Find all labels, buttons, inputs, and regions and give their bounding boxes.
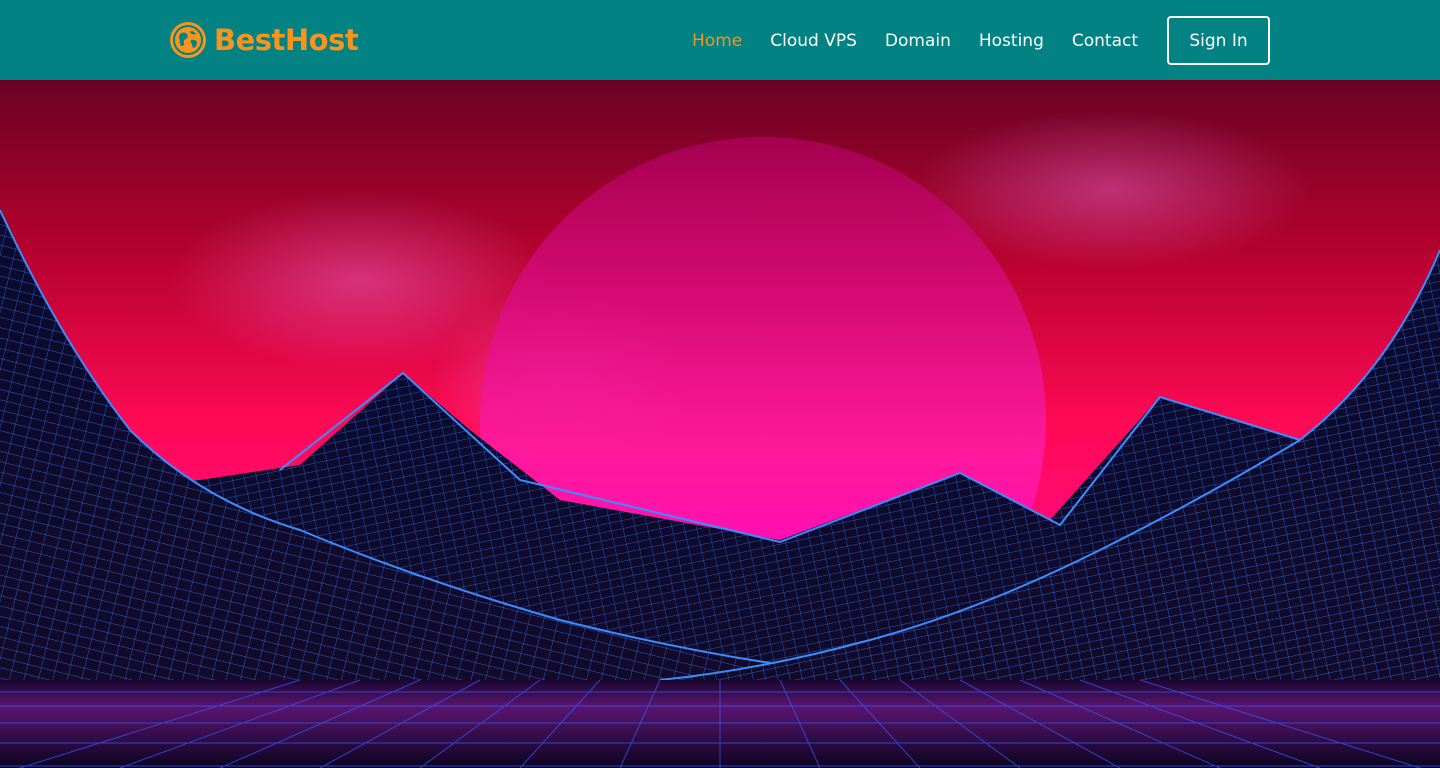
brand-logo[interactable]: BestHost [170, 20, 359, 60]
nav-hosting[interactable]: Hosting [979, 31, 1044, 51]
synthwave-landscape-image [0, 80, 1440, 768]
nav-home[interactable]: Home [692, 31, 742, 51]
main-nav: Home Cloud VPS Domain Hosting Contact Si… [692, 16, 1270, 65]
nav-domain[interactable]: Domain [885, 31, 951, 51]
globe-icon [170, 22, 206, 58]
hero-banner [0, 80, 1440, 768]
nav-cloud-vps[interactable]: Cloud VPS [770, 31, 857, 51]
nav-contact[interactable]: Contact [1072, 31, 1138, 51]
sign-in-button[interactable]: Sign In [1167, 16, 1270, 65]
navbar: BestHost Home Cloud VPS Domain Hosting C… [0, 0, 1440, 80]
brand-name: BestHost [214, 23, 359, 57]
